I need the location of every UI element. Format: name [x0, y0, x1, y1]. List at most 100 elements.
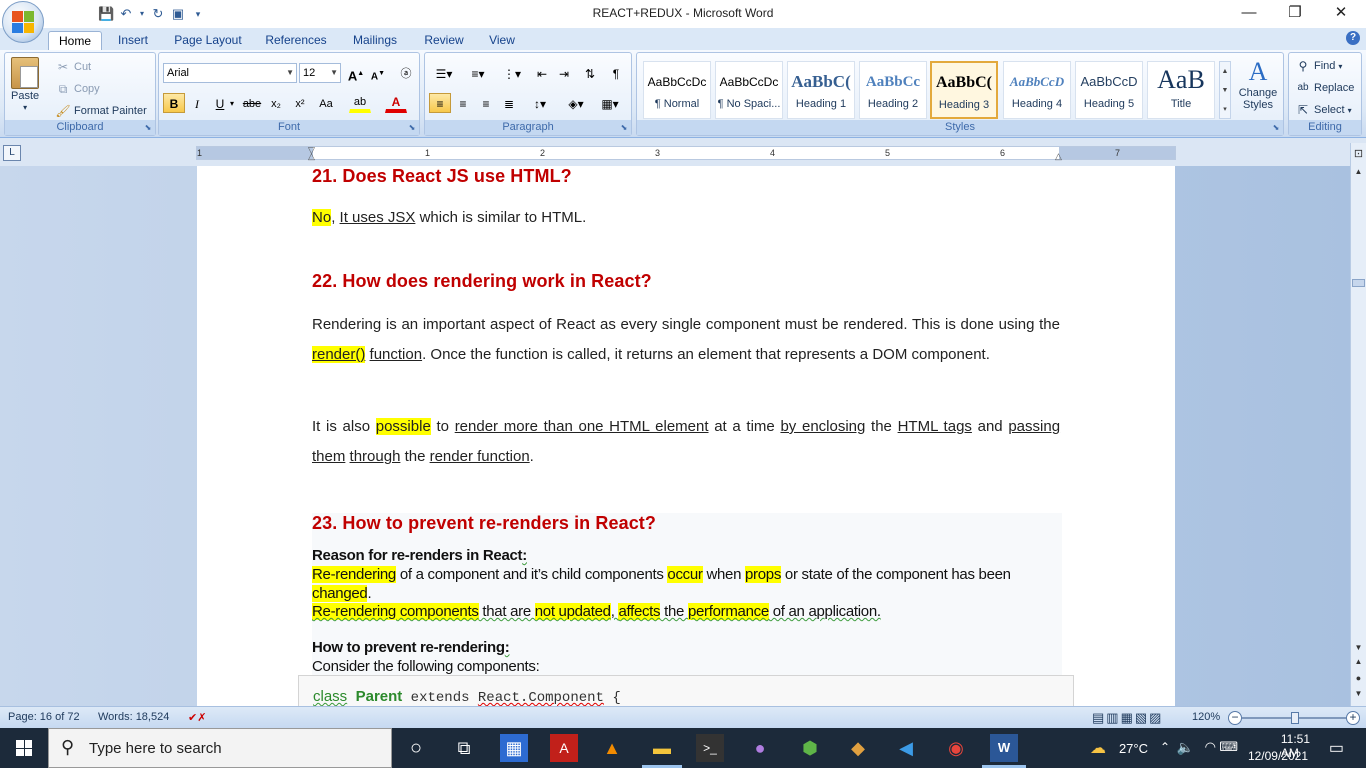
horizontal-ruler[interactable]: 1 1 2 3 4 5 6 7 ▽ △ △ [196, 145, 1176, 162]
node-icon[interactable]: ⬢ [796, 734, 824, 762]
right-indent-marker[interactable]: △ [1055, 151, 1062, 162]
show-formatting-icon[interactable]: ¶ [605, 63, 627, 83]
style-normal[interactable]: AaBbCcDc ¶ Normal [643, 61, 711, 119]
copy-button[interactable]: ⧉ Copy [55, 81, 100, 97]
style-heading-1[interactable]: AaBbC( Heading 1 [787, 61, 855, 119]
underline-dropdown-icon[interactable]: ▾ [227, 93, 237, 113]
chevron-up-icon[interactable]: ⌃ [1160, 740, 1170, 754]
font-family-select[interactable]: Arial ▼ [163, 63, 297, 83]
dialog-launcher-icon[interactable]: ⬊ [619, 123, 629, 133]
tab-home[interactable]: Home [48, 31, 102, 50]
scroll-thumb[interactable] [1352, 279, 1365, 287]
proofing-icon[interactable]: ✔✗ [188, 711, 206, 724]
clock-date[interactable]: 12/09/2021 [1248, 749, 1308, 763]
align-center-icon[interactable]: ≡ [452, 93, 474, 113]
subscript-button[interactable]: x₂ [265, 93, 287, 113]
decrease-indent-icon[interactable]: ⇤ [531, 63, 553, 83]
chrome-icon[interactable]: ◉ [942, 734, 970, 762]
acrobat-icon[interactable]: A [550, 734, 578, 762]
document-page[interactable]: 21. Does React JS use HTML? No, It uses … [197, 166, 1175, 706]
italic-button[interactable]: I [186, 93, 208, 113]
styles-scroll[interactable]: ▲ ▼ ▾ [1219, 61, 1231, 119]
notification-icon[interactable]: ▭ [1329, 738, 1344, 758]
view-buttons[interactable]: ▤▥▦▧▨ [1092, 710, 1163, 726]
sort-icon[interactable]: ⇅ [579, 63, 601, 83]
find-button[interactable]: ⚲ Find ▾ [1295, 58, 1343, 74]
style-title[interactable]: AaB Title [1147, 61, 1215, 119]
ruler-toggle-icon[interactable]: ⊡ [1351, 147, 1366, 161]
zoom-level[interactable]: 120% [1192, 711, 1220, 723]
dialog-launcher-icon[interactable]: ⬊ [1271, 123, 1281, 133]
minimize-button[interactable]: — [1226, 0, 1272, 28]
font-color-button[interactable]: A [385, 93, 407, 113]
weather-temp[interactable]: 27°C [1119, 741, 1148, 756]
clear-formatting-button[interactable]: ⓐ [395, 63, 417, 83]
style-heading-4[interactable]: AaBbCcD Heading 4 [1003, 61, 1071, 119]
paste-button[interactable]: Paste ▾ [11, 57, 39, 112]
tab-selector-button[interactable]: L [3, 145, 21, 161]
borders-icon[interactable]: ▦▾ [595, 93, 625, 113]
select-button[interactable]: ⇱ Select ▾ [1295, 102, 1352, 118]
volume-icon[interactable]: 🔈 [1177, 739, 1194, 756]
shrink-font-button[interactable]: A▼ [367, 63, 389, 83]
browse-object-icon[interactable]: ● [1351, 671, 1366, 685]
zoom-out-button[interactable]: − [1228, 711, 1242, 725]
page-count[interactable]: Page: 16 of 72 [8, 711, 80, 723]
wifi-icon[interactable]: ◠ [1205, 739, 1216, 755]
word-icon[interactable]: W [990, 734, 1018, 762]
strikethrough-button[interactable]: abe [241, 93, 263, 113]
word-count[interactable]: Words: 18,524 [98, 711, 169, 723]
bold-button[interactable]: B [163, 93, 185, 113]
scroll-down-icon[interactable]: ▼ [1351, 641, 1366, 655]
microsoft-store-icon[interactable]: ▦ [500, 734, 528, 762]
bullets-icon[interactable]: ☰▾ [429, 63, 459, 83]
dialog-launcher-icon[interactable]: ⬊ [143, 123, 153, 133]
left-indent-marker[interactable]: △ [308, 151, 315, 162]
style-heading-3[interactable]: AaBbC( Heading 3 [930, 61, 998, 119]
tab-references[interactable]: References [258, 31, 334, 50]
vertical-scrollbar[interactable]: ⊡ ▲ ▼ ▲ ● ▼ [1350, 143, 1366, 706]
language-icon[interactable]: ⌨ [1219, 739, 1238, 755]
highlight-button[interactable]: ab [349, 93, 371, 113]
align-left-icon[interactable]: ≡ [429, 93, 451, 113]
scroll-up-icon[interactable]: ▲ [1351, 165, 1366, 179]
font-size-select[interactable]: 12 ▼ [299, 63, 341, 83]
dialog-launcher-icon[interactable]: ⬊ [407, 123, 417, 133]
cut-button[interactable]: ✂ Cut [55, 59, 91, 75]
tab-review[interactable]: Review [418, 31, 470, 50]
cortana-icon[interactable]: ○ [402, 734, 430, 762]
superscript-button[interactable]: x² [289, 93, 311, 113]
office-button[interactable] [2, 1, 44, 43]
replace-button[interactable]: ab Replace [1295, 80, 1354, 96]
zoom-in-button[interactable]: + [1346, 711, 1360, 725]
shading-icon[interactable]: ◈▾ [561, 93, 591, 113]
previous-page-icon[interactable]: ▲ [1351, 655, 1366, 669]
style-heading-5[interactable]: AaBbCcD Heading 5 [1075, 61, 1143, 119]
increase-indent-icon[interactable]: ⇥ [553, 63, 575, 83]
tab-page-layout[interactable]: Page Layout [168, 31, 248, 50]
align-right-icon[interactable]: ≡ [475, 93, 497, 113]
task-view-icon[interactable]: ⧉ [450, 734, 478, 762]
multilevel-list-icon[interactable]: ⋮▾ [497, 63, 527, 83]
file-explorer-icon[interactable]: ▬ [648, 734, 676, 762]
taskbar-search-box[interactable]: ⚲ Type here to search [48, 728, 392, 768]
justify-icon[interactable]: ≣ [498, 93, 520, 113]
start-button[interactable] [0, 728, 48, 768]
change-styles-button[interactable]: A Change Styles [1235, 57, 1281, 111]
close-button[interactable]: ✕ [1318, 0, 1364, 28]
help-icon[interactable]: ? [1346, 31, 1360, 45]
terminal-icon[interactable]: >_ [696, 734, 724, 762]
vlc-icon[interactable]: ▲ [598, 734, 626, 762]
github-desktop-icon[interactable]: ● [746, 734, 774, 762]
weather-icon[interactable]: ☁ [1090, 738, 1106, 758]
app-icon[interactable]: ◆ [844, 734, 872, 762]
style-no-spacing[interactable]: AaBbCcDc ¶ No Spaci... [715, 61, 783, 119]
tab-view[interactable]: View [480, 31, 524, 50]
numbering-icon[interactable]: ≡▾ [463, 63, 493, 83]
change-case-button[interactable]: Aa [315, 93, 337, 113]
vscode-icon[interactable]: ◀ [892, 734, 920, 762]
tab-mailings[interactable]: Mailings [344, 31, 406, 50]
next-page-icon[interactable]: ▼ [1351, 687, 1366, 701]
grow-font-button[interactable]: A▲ [345, 63, 367, 83]
style-heading-2[interactable]: AaBbCc Heading 2 [859, 61, 927, 119]
